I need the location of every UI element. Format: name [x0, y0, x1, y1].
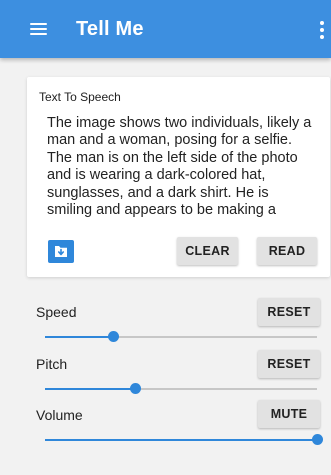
clear-button[interactable]: CLEAR	[177, 237, 238, 265]
text-to-speech-card: Text To Speech The image shows two indiv…	[27, 77, 330, 277]
hamburger-menu-icon[interactable]	[30, 23, 47, 36]
app-title: Tell Me	[76, 18, 144, 40]
speech-text[interactable]: The image shows two individuals, likely …	[47, 115, 317, 220]
slider-thumb[interactable]	[129, 383, 141, 394]
card-label: Text To Speech	[39, 90, 121, 104]
app-bar: Tell Me	[0, 0, 331, 58]
pitch-slider[interactable]	[45, 381, 317, 397]
speed-reset-button[interactable]: RESET	[258, 298, 320, 326]
slider-fill	[45, 336, 113, 338]
slider-thumb[interactable]	[312, 434, 323, 445]
pitch-reset-button[interactable]: RESET	[258, 350, 320, 378]
volume-label: Volume	[36, 407, 83, 423]
pitch-label: Pitch	[36, 356, 68, 372]
speed-slider[interactable]	[45, 329, 317, 345]
download-folder-icon	[55, 246, 67, 257]
more-vertical-icon[interactable]	[320, 21, 324, 39]
slider-fill	[45, 439, 317, 441]
mute-button[interactable]: MUTE	[258, 400, 320, 428]
slider-thumb[interactable]	[108, 331, 119, 342]
slider-fill	[45, 388, 135, 390]
speed-label: Speed	[36, 304, 77, 320]
volume-slider[interactable]	[45, 432, 323, 448]
read-button[interactable]: READ	[257, 237, 317, 265]
save-button[interactable]	[48, 240, 74, 263]
